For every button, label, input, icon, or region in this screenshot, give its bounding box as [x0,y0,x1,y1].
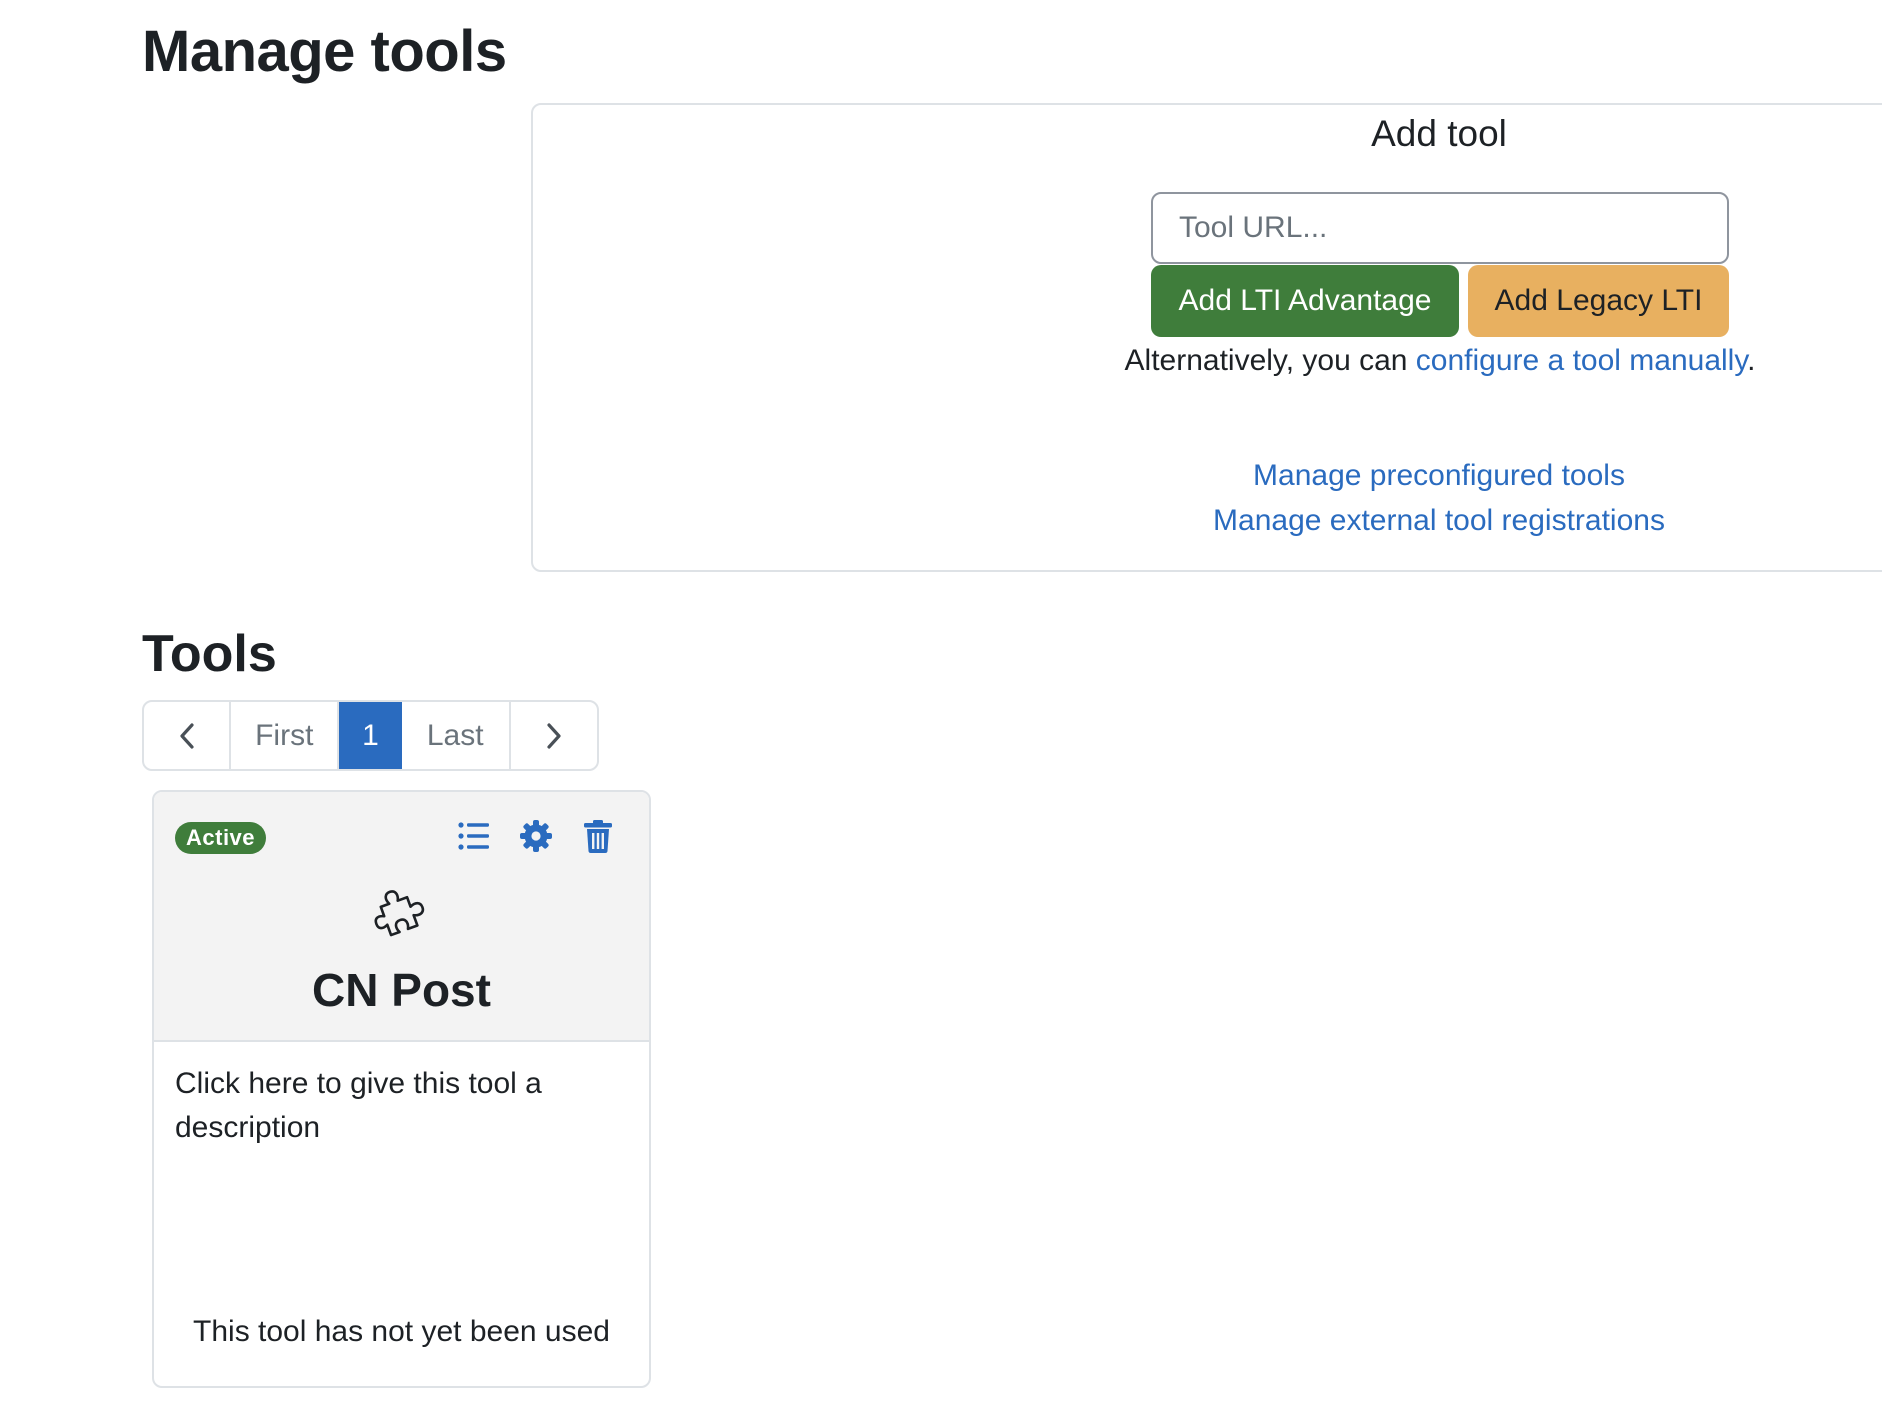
puzzle-icon [374,890,425,937]
add-lti-advantage-button[interactable]: Add LTI Advantage [1151,265,1459,337]
tool-url-input[interactable] [1151,192,1729,264]
chevron-left-icon [180,722,194,749]
manual-config-text: Alternatively, you can configure a tool … [1000,341,1880,381]
tools-heading: Tools [142,625,277,683]
pagination-current-page[interactable]: 1 [339,702,402,769]
tool-description[interactable]: Click here to give this tool a descripti… [175,1062,615,1150]
pagination-first[interactable]: First [231,702,340,769]
manual-config-suffix: . [1747,344,1756,377]
gear-icon[interactable] [518,818,554,854]
manual-config-prefix: Alternatively, you can [1124,344,1416,377]
add-legacy-lti-button[interactable]: Add Legacy LTI [1468,265,1729,337]
trash-icon[interactable] [580,818,616,854]
status-badge: Active [175,822,267,854]
manage-registrations-link[interactable]: Manage external tool registrations [1213,504,1665,537]
pagination-prev[interactable] [144,702,232,769]
add-tool-heading: Add tool [1371,113,1507,154]
page-title: Manage tools [142,19,507,84]
pagination-last[interactable]: Last [402,702,511,769]
tool-usage-text: This tool has not yet been used [193,1315,610,1348]
chevron-right-icon [547,722,561,749]
tool-card: Active CN Post Click here to give this t… [152,790,651,1388]
tool-card-header: Active CN Post [154,792,649,1042]
configure-manually-link[interactable]: configure a tool manually [1416,344,1747,377]
pagination-next[interactable] [511,702,597,769]
manage-preconfigured-tools-link[interactable]: Manage preconfigured tools [1253,459,1625,492]
pagination: First 1 Last [142,700,599,771]
list-icon[interactable] [456,818,492,854]
tool-name: CN Post [312,964,491,1016]
